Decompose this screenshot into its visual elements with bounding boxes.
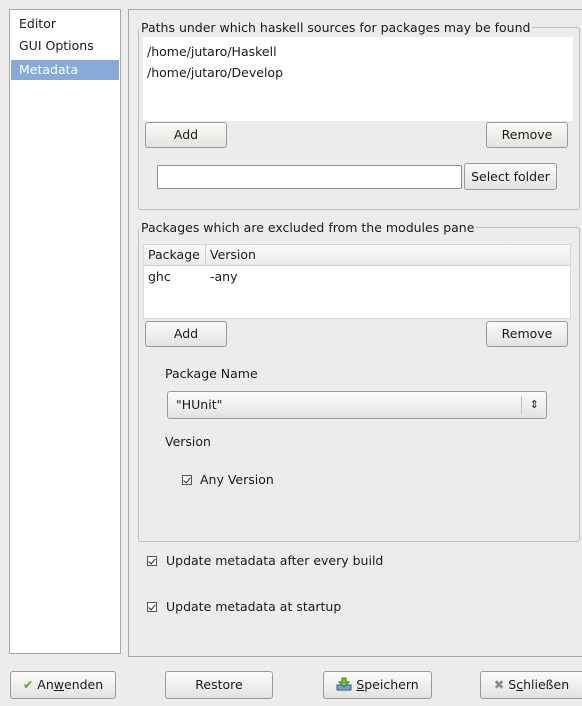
table-row[interactable]: ghc -any (144, 267, 570, 287)
metadata-panel: Paths under which haskell sources for pa… (128, 9, 582, 657)
close-x-icon: ✖ (493, 677, 505, 692)
close-label-part: hließen (523, 677, 570, 692)
add-package-button[interactable]: Add (145, 321, 227, 347)
package-name-label: Package Name (165, 366, 258, 381)
excluded-packages-title: Packages which are excluded from the mod… (141, 220, 475, 235)
checkbox-checked-icon (182, 475, 192, 485)
sidebar-item-editor[interactable]: Editor (11, 14, 119, 34)
apply-label-part: An (37, 677, 54, 692)
apply-label-mnemonic: w (53, 677, 64, 692)
remove-package-button[interactable]: Remove (486, 321, 568, 347)
column-header-version[interactable]: Version (206, 245, 570, 265)
table-header: Package Version (144, 245, 570, 266)
checkbox-checked-icon (147, 602, 157, 612)
package-name-value: "HUnit" (176, 397, 223, 412)
any-version-label: Any Version (199, 472, 274, 487)
column-header-package[interactable]: Package (144, 245, 206, 265)
select-folder-button[interactable]: Select folder (464, 163, 557, 190)
combobox-divider (521, 396, 522, 414)
sidebar-item-gui-options[interactable]: GUI Options (11, 36, 119, 56)
list-item[interactable]: /home/jutaro/Develop (147, 63, 283, 83)
updown-arrow-icon: ⇕ (529, 398, 539, 411)
update-after-build-checkbox[interactable]: Update metadata after every build (147, 553, 383, 568)
apply-label-part: enden (64, 677, 104, 692)
settings-sidebar: Editor GUI Options Metadata (9, 9, 121, 654)
sidebar-item-metadata[interactable]: Metadata (11, 60, 119, 80)
any-version-checkbox[interactable]: Any Version (182, 472, 274, 487)
save-label-part: peichern (364, 677, 419, 692)
update-at-startup-label: Update metadata at startup (165, 599, 342, 614)
folder-path-input[interactable] (157, 165, 462, 189)
save-button[interactable]: Speichern (323, 671, 432, 699)
table-cell-package: ghc (148, 269, 171, 284)
update-at-startup-checkbox[interactable]: Update metadata at startup (147, 599, 341, 614)
table-cell-version: -any (210, 269, 238, 284)
package-name-combobox[interactable]: "HUnit" ⇕ (167, 391, 547, 419)
apply-button[interactable]: ✔ Anwenden (10, 671, 116, 699)
close-button[interactable]: ✖ Schließen (480, 671, 582, 699)
checkmark-icon: ✔ (22, 677, 34, 692)
remove-path-button[interactable]: Remove (486, 122, 568, 148)
save-download-icon (336, 677, 352, 691)
list-item[interactable]: /home/jutaro/Haskell (147, 42, 277, 62)
restore-button[interactable]: Restore (165, 671, 273, 699)
excluded-packages-table[interactable]: Package Version ghc -any (143, 244, 571, 319)
version-label: Version (165, 434, 211, 449)
source-paths-list[interactable]: /home/jutaro/Haskell /home/jutaro/Develo… (143, 37, 573, 121)
add-path-button[interactable]: Add (145, 122, 227, 148)
checkbox-checked-icon (147, 556, 157, 566)
update-after-build-label: Update metadata after every build (165, 553, 384, 568)
source-paths-title: Paths under which haskell sources for pa… (141, 20, 531, 35)
